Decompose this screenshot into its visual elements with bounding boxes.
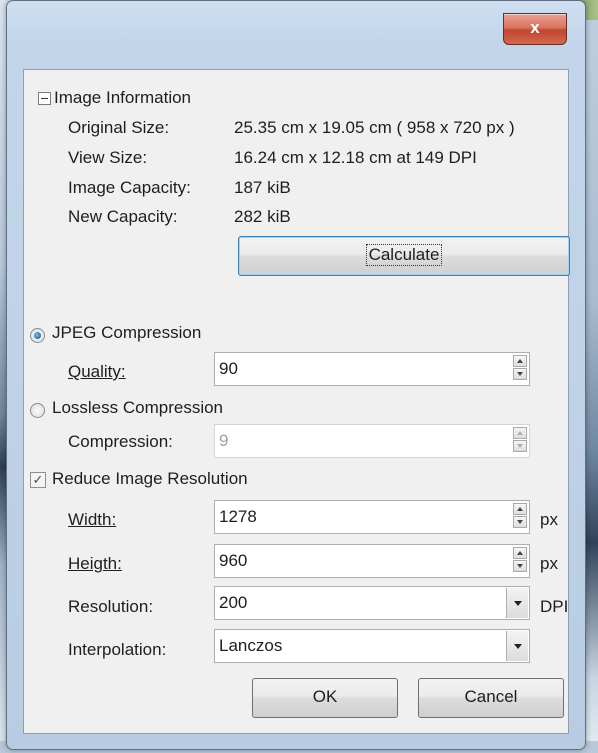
ok-button-label: OK [312, 687, 338, 706]
height-spinbox[interactable]: 960 [214, 544, 530, 578]
cancel-button[interactable]: Cancel [418, 678, 564, 718]
compression-spinbox[interactable]: 9 [214, 424, 530, 458]
height-unit: px [540, 554, 558, 573]
calculate-button-label: Calculate [365, 244, 443, 266]
lossless-compression-radio[interactable] [30, 403, 45, 418]
reduce-resolution-checkbox[interactable]: ✓ [30, 472, 46, 488]
image-info-title: Image Information [54, 88, 192, 107]
width-spinbox[interactable]: 1278 [214, 500, 530, 534]
dropdown-arrow-icon[interactable] [506, 631, 528, 661]
width-value: 1278 [219, 507, 257, 526]
width-label: Width: [68, 510, 117, 529]
spin-down-icon[interactable] [513, 368, 527, 380]
new-capacity-value: 282 kiB [234, 207, 291, 226]
compression-spinner[interactable] [513, 427, 527, 453]
resolution-value: 200 [219, 593, 248, 612]
original-size-value: 25.35 cm x 19.05 cm ( 958 x 720 px ) [234, 118, 515, 137]
lossless-compression-label[interactable]: Lossless Compression [52, 398, 223, 418]
width-unit: px [540, 510, 558, 529]
spin-up-icon[interactable] [513, 355, 527, 367]
dialog-window: x Image Information Original Size: 25.35… [6, 0, 586, 750]
checkmark-icon: ✓ [32, 472, 44, 487]
spin-down-icon[interactable] [513, 440, 527, 452]
original-size-label: Original Size: [68, 118, 170, 137]
resolution-unit: DPI [540, 597, 569, 616]
calculate-button[interactable]: Calculate [238, 236, 570, 276]
compression-value: 9 [219, 431, 229, 450]
cancel-button-label: Cancel [464, 687, 518, 706]
spin-down-icon[interactable] [513, 516, 527, 528]
jpeg-compression-label[interactable]: JPEG Compression [52, 323, 201, 343]
resolution-combobox[interactable]: 200 [214, 586, 530, 620]
interpolation-value: Lanczos [219, 636, 283, 655]
interpolation-label: Interpolation: [68, 640, 167, 659]
collapse-minus-icon[interactable] [38, 92, 51, 106]
view-size-value: 16.24 cm x 12.18 cm at 149 DPI [234, 148, 477, 167]
spin-up-icon[interactable] [513, 427, 527, 439]
close-button[interactable]: x [503, 13, 567, 45]
image-capacity-value: 187 kiB [234, 178, 291, 197]
quality-spinner[interactable] [513, 355, 527, 381]
spin-up-icon[interactable] [513, 547, 527, 559]
reduce-resolution-label[interactable]: Reduce Image Resolution [52, 469, 248, 489]
close-icon: x [530, 18, 540, 37]
height-label: Heigth: [68, 554, 122, 573]
quality-label: Quality: [68, 362, 126, 381]
quality-spinbox[interactable]: 90 [214, 352, 530, 386]
height-value: 960 [219, 551, 248, 570]
resolution-label: Resolution: [68, 597, 154, 616]
image-capacity-label: Image Capacity: [68, 178, 191, 197]
new-capacity-label: New Capacity: [68, 207, 178, 226]
quality-value: 90 [219, 359, 238, 378]
height-spinner[interactable] [513, 547, 527, 573]
spin-up-icon[interactable] [513, 503, 527, 515]
ok-button[interactable]: OK [252, 678, 398, 718]
jpeg-compression-radio[interactable] [30, 328, 45, 343]
compression-label: Compression: [68, 432, 173, 451]
image-info-header[interactable]: Image Information [38, 88, 191, 108]
spin-down-icon[interactable] [513, 560, 527, 572]
view-size-label: View Size: [68, 148, 148, 167]
width-spinner[interactable] [513, 503, 527, 529]
dropdown-arrow-icon[interactable] [506, 588, 528, 618]
dialog-content: Image Information Original Size: 25.35 c… [23, 69, 570, 734]
interpolation-combobox[interactable]: Lanczos [214, 629, 530, 663]
